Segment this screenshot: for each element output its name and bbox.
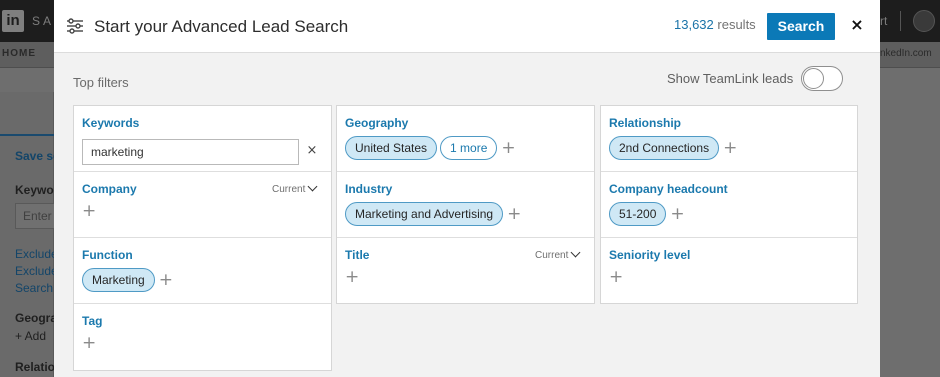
plus-icon[interactable]: + (723, 140, 737, 157)
company-current-dropdown[interactable]: Current (272, 181, 318, 195)
filter-title-tag: Tag (82, 314, 103, 328)
filter-column-3: Relationship 2nd Connections + Company h… (600, 105, 858, 304)
filter-title-geography: Geography (345, 116, 409, 130)
filter-column-1: Keywords marketing × Company Current + F… (73, 105, 332, 371)
filter-title-seniority: Seniority level (609, 248, 691, 262)
filter-title-company: Company (82, 182, 137, 196)
background-url-text: nkedIn.com (880, 48, 932, 59)
filter-headcount[interactable]: Company headcount 51-200 + (601, 172, 857, 238)
company-current-label: Current (272, 184, 306, 195)
filter-relationship[interactable]: Relationship 2nd Connections + (601, 106, 857, 172)
filter-geography[interactable]: Geography United States 1 more + (337, 106, 594, 172)
chip-united-states[interactable]: United States (345, 136, 438, 160)
plus-icon[interactable]: + (670, 206, 684, 223)
filter-keywords: Keywords marketing × (74, 106, 331, 172)
advanced-search-modal: Start your Advanced Lead Search 13,632 r… (54, 0, 880, 377)
modal-title: Start your Advanced Lead Search (94, 17, 349, 36)
chevron-down-icon (307, 181, 318, 192)
background-brand: SA (32, 14, 55, 28)
chip-marketing-advertising[interactable]: Marketing and Advertising (345, 202, 504, 226)
close-icon[interactable]: × (849, 15, 865, 35)
industry-chips: Marketing and Advertising + (345, 202, 521, 226)
teamlink-toggle[interactable] (801, 66, 843, 91)
filter-function[interactable]: Function Marketing + (74, 238, 331, 304)
filter-seniority[interactable]: Seniority level + (601, 238, 857, 304)
filter-company[interactable]: Company Current + (74, 172, 331, 238)
title-current-label: Current (535, 250, 569, 261)
plus-icon[interactable]: + (501, 140, 515, 157)
plus-icon[interactable]: + (82, 203, 96, 220)
background-geography-label: Geogra (15, 311, 58, 325)
function-chips: Marketing + (82, 268, 173, 292)
chip-2nd-connections[interactable]: 2nd Connections (609, 136, 720, 160)
plus-icon[interactable]: + (609, 269, 623, 286)
geography-chips: United States 1 more + (345, 136, 516, 160)
filter-tag[interactable]: Tag + (74, 304, 331, 370)
background-keywords-label: Keywo (15, 183, 54, 197)
background-exclude-1: Exclude (15, 247, 58, 261)
avatar (913, 10, 935, 32)
background-divider (900, 11, 901, 31)
sliders-icon (67, 18, 83, 34)
clear-keywords-icon[interactable]: × (304, 143, 320, 159)
chevron-down-icon (570, 247, 581, 258)
top-filters-label: Top filters (73, 75, 129, 90)
more-chip[interactable]: 1 more (440, 136, 498, 160)
background-input-placeholder: Enter (23, 209, 52, 223)
search-button[interactable]: Search (767, 13, 835, 40)
results-count: 13,632 results (674, 17, 756, 32)
filter-title-title: Title (345, 248, 370, 262)
background-add-link: + Add (15, 329, 47, 343)
background-home-link: HOME (2, 48, 36, 59)
plus-icon[interactable]: + (159, 272, 173, 289)
chip-51-200[interactable]: 51-200 (609, 202, 667, 226)
plus-icon[interactable]: + (82, 335, 96, 352)
background-save-search: Save se (15, 149, 60, 163)
keywords-input[interactable]: marketing (82, 139, 299, 165)
linkedin-logo-icon: in (2, 10, 24, 32)
background-relationship-label: Relatio (15, 360, 56, 374)
results-number: 13,632 (674, 17, 714, 32)
background-tab (0, 92, 54, 136)
relationship-chips: 2nd Connections + (609, 136, 737, 160)
filter-title-relationship: Relationship (609, 116, 682, 130)
filter-industry[interactable]: Industry Marketing and Advertising + (337, 172, 594, 238)
filter-title-headcount: Company headcount (609, 182, 728, 196)
headcount-chips: 51-200 + (609, 202, 685, 226)
filter-title-function: Function (82, 248, 133, 262)
background-search-link: Search (15, 281, 54, 295)
background-nav-text: rt (880, 14, 888, 28)
filter-title-keywords: Keywords (82, 116, 140, 130)
results-label: results (717, 17, 756, 32)
filter-title-field[interactable]: Title Current + (337, 238, 594, 304)
plus-icon[interactable]: + (345, 269, 359, 286)
filter-title-industry: Industry (345, 182, 393, 196)
filter-column-2: Geography United States 1 more + Industr… (336, 105, 595, 304)
title-current-dropdown[interactable]: Current (535, 247, 581, 261)
toggle-knob (803, 68, 824, 89)
modal-header: Start your Advanced Lead Search 13,632 r… (54, 0, 880, 53)
chip-marketing[interactable]: Marketing (82, 268, 155, 292)
plus-icon[interactable]: + (507, 206, 521, 223)
teamlink-label: Show TeamLink leads (667, 71, 794, 86)
background-exclude-2: Exclude (15, 264, 58, 278)
